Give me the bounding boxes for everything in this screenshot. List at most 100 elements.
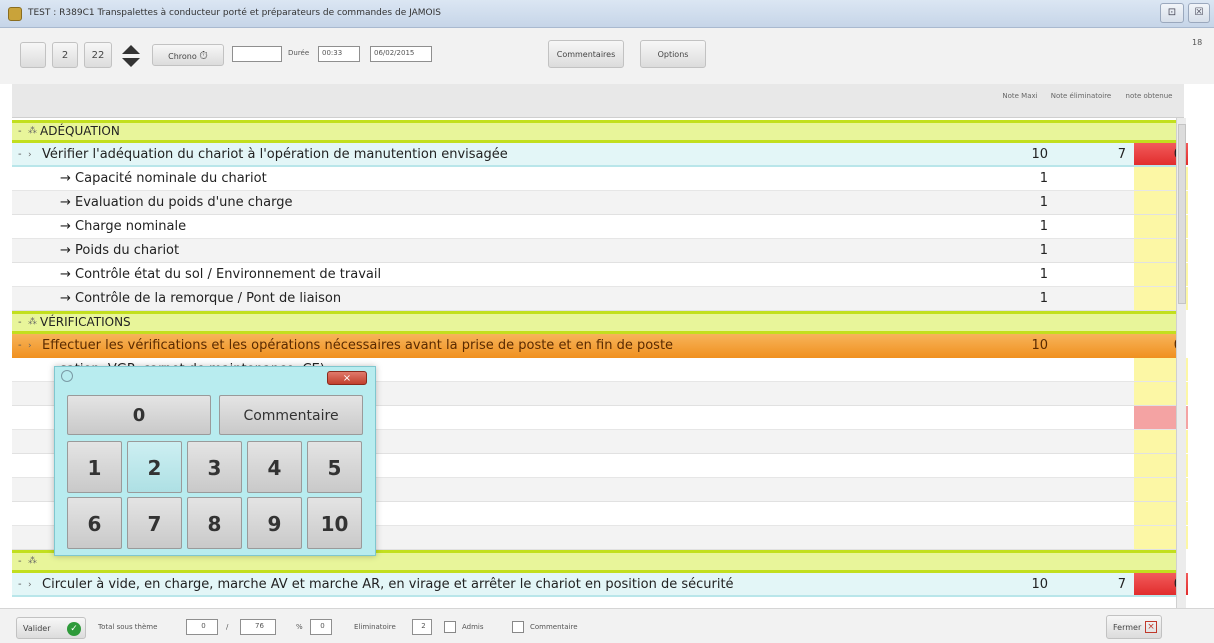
- header-note-maxi: Note Maxi: [1002, 92, 1038, 100]
- level-2-button[interactable]: 2: [52, 42, 78, 68]
- count-label: 18: [1192, 38, 1203, 47]
- criterion-label: → Charge nominale: [60, 219, 187, 234]
- criterion-label: → Contrôle état du sol / Environnement d…: [60, 267, 382, 282]
- commentaire-checkbox[interactable]: [512, 621, 524, 633]
- objective-label: Circuler à vide, en charge, marche AV et…: [42, 577, 734, 592]
- commentaires-button[interactable]: Commentaires: [548, 40, 624, 68]
- keypad-digit-8-button[interactable]: 8: [187, 497, 242, 549]
- note-eliminatoire-value: 7: [1117, 147, 1126, 162]
- close-window-button[interactable]: ☒: [1188, 3, 1210, 23]
- objective-label: Effectuer les vérifications et les opéra…: [42, 338, 674, 353]
- criterion-row[interactable]: → Evaluation du poids d'une charge 1: [12, 191, 1188, 215]
- collapse-toggle-icon[interactable]: -: [18, 143, 22, 167]
- window-title: TEST : R389C1 Transpalettes à conducteur…: [28, 8, 441, 18]
- blank-button[interactable]: [20, 42, 46, 68]
- keypad-zero-button[interactable]: 0: [67, 395, 211, 435]
- duree-field[interactable]: 00:33: [318, 46, 360, 62]
- keypad-digit-4-button[interactable]: 4: [247, 441, 302, 493]
- expand-collapse-arrows-icon[interactable]: [120, 44, 142, 68]
- scrollbar-thumb[interactable]: [1178, 124, 1186, 304]
- note-maxi-value: 10: [1031, 577, 1048, 592]
- note-eliminatoire-value: 7: [1117, 577, 1126, 592]
- header-note-eliminatoire: Note éliminatoire: [1050, 92, 1112, 100]
- clock-icon: [61, 370, 73, 382]
- percent-label: %: [296, 623, 303, 631]
- keypad-digit-1-button[interactable]: 1: [67, 441, 122, 493]
- theme-label: VÉRIFICATIONS: [40, 315, 131, 329]
- objective-row-selected[interactable]: - › Effectuer les vérifications et les opé…: [12, 334, 1182, 358]
- criterion-label: → Poids du chariot: [60, 243, 180, 258]
- note-maxi-value: 1: [1039, 243, 1048, 258]
- keypad-commentaire-button[interactable]: Commentaire: [219, 395, 363, 435]
- note-maxi-value: 1: [1039, 171, 1048, 186]
- theme-row[interactable]: - ⁂ VÉRIFICATIONS: [12, 311, 1176, 334]
- keypad-digit-3-button[interactable]: 3: [187, 441, 242, 493]
- title-bar: TEST : R389C1 Transpalettes à conducteur…: [0, 0, 1214, 28]
- level-22-button[interactable]: 22: [84, 42, 112, 68]
- valider-button[interactable]: Valider ✓: [16, 617, 86, 639]
- theme-label: ADÉQUATION: [40, 124, 120, 138]
- score-keypad-dialog: × 0 Commentaire 1 2 3 4 5 6 7 8 9 10: [54, 366, 376, 556]
- eliminatoire-field: 2: [412, 619, 432, 635]
- objective-row[interactable]: - › Vérifier l'adéquation du chariot à l'o…: [12, 143, 1188, 167]
- keypad-digit-5-button[interactable]: 5: [307, 441, 362, 493]
- level-icon: ⁂: [28, 556, 37, 566]
- level-icon: ›: [28, 341, 32, 351]
- collapse-toggle-icon[interactable]: -: [18, 314, 22, 331]
- level-icon: ⁂: [28, 126, 37, 136]
- criterion-row[interactable]: → Contrôle état du sol / Environnement d…: [12, 263, 1188, 287]
- criterion-row[interactable]: → Contrôle de la remorque / Pont de liai…: [12, 287, 1188, 311]
- keypad-digit-6-button[interactable]: 6: [67, 497, 122, 549]
- valider-label: Valider: [23, 624, 51, 633]
- keypad-digit-7-button[interactable]: 7: [127, 497, 182, 549]
- restore-button[interactable]: ⊡: [1160, 3, 1184, 23]
- chrono-label: Chrono: [168, 52, 197, 61]
- keypad-digit-9-button[interactable]: 9: [247, 497, 302, 549]
- level-icon: ›: [28, 580, 32, 590]
- table-header: Note Maxi Note éliminatoire note obtenue: [12, 84, 1184, 118]
- duree-label: Durée: [288, 49, 310, 57]
- check-icon: ✓: [67, 622, 81, 636]
- level-icon: ›: [28, 150, 32, 160]
- note-maxi-value: 1: [1039, 267, 1048, 282]
- collapse-toggle-icon[interactable]: -: [18, 573, 22, 597]
- criterion-row[interactable]: → Poids du chariot 1: [12, 239, 1188, 263]
- admis-checkbox[interactable]: [444, 621, 456, 633]
- total-max-field: 76: [240, 619, 276, 635]
- total-label: Total sous thème: [98, 623, 158, 631]
- header-note-obtenue: note obtenue: [1125, 92, 1173, 100]
- note-maxi-value: 1: [1039, 291, 1048, 306]
- toolbar: 2 22 Chrono ⏱ Durée 00:33 06/02/2015 Com…: [0, 28, 1214, 84]
- close-icon: ×: [1145, 621, 1157, 633]
- stopwatch-icon: ⏱: [199, 49, 208, 62]
- theme-row[interactable]: - ⁂ ADÉQUATION: [12, 120, 1176, 143]
- chrono-button[interactable]: Chrono ⏱: [152, 44, 224, 66]
- objective-label: Vérifier l'adéquation du chariot à l'opé…: [42, 147, 508, 162]
- commentaire-label: Commentaire: [530, 623, 578, 631]
- criterion-label: → Contrôle de la remorque / Pont de liai…: [60, 291, 342, 306]
- fermer-button[interactable]: Fermer ×: [1106, 615, 1162, 639]
- keypad-close-button[interactable]: ×: [327, 371, 367, 385]
- collapse-toggle-icon[interactable]: -: [18, 334, 22, 358]
- vertical-scrollbar[interactable]: [1176, 118, 1186, 608]
- fermer-label: Fermer: [1113, 623, 1142, 632]
- criterion-label: → Evaluation du poids d'une charge: [60, 195, 293, 210]
- percent-field: 0: [310, 619, 332, 635]
- total-value-field[interactable]: 0: [186, 619, 218, 635]
- note-maxi-value: 1: [1039, 219, 1048, 234]
- date-field[interactable]: 06/02/2015: [370, 46, 432, 62]
- admis-label: Admis: [462, 623, 484, 631]
- bottom-bar: Valider ✓ Total sous thème 0 / 76 % 0 El…: [0, 608, 1214, 643]
- note-maxi-value: 1: [1039, 195, 1048, 210]
- criterion-row[interactable]: → Capacité nominale du chariot 1: [12, 167, 1188, 191]
- eliminatoire-label: Eliminatoire: [354, 623, 396, 631]
- keypad-digit-2-button[interactable]: 2: [127, 441, 182, 493]
- keypad-digit-10-button[interactable]: 10: [307, 497, 362, 549]
- level-icon: ⁂: [28, 317, 37, 327]
- objective-row[interactable]: - › Circuler à vide, en charge, marche AV …: [12, 573, 1188, 597]
- collapse-toggle-icon[interactable]: -: [18, 553, 22, 570]
- chrono-field[interactable]: [232, 46, 282, 62]
- collapse-toggle-icon[interactable]: -: [18, 123, 22, 140]
- criterion-row[interactable]: → Charge nominale 1: [12, 215, 1188, 239]
- options-button[interactable]: Options: [640, 40, 706, 68]
